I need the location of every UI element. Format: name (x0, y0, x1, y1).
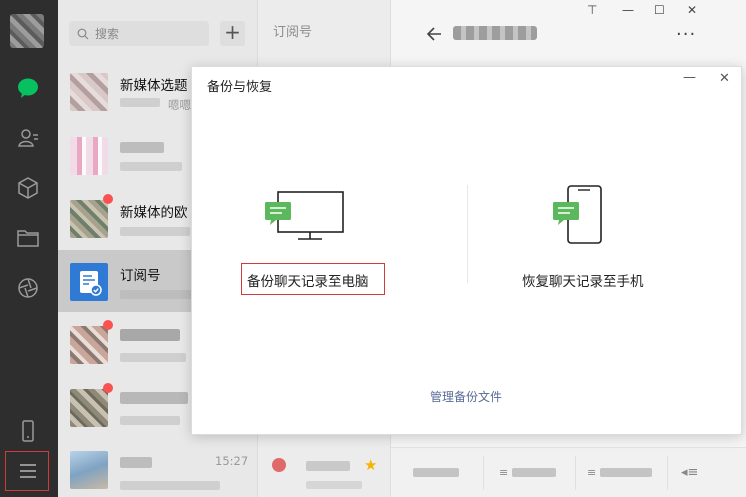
cube-icon[interactable] (15, 175, 41, 201)
chat-bubble-icon[interactable] (15, 75, 41, 101)
more-options-icon[interactable]: ··· (676, 24, 696, 45)
restore-to-phone-option[interactable]: 恢复聊天记录至手机 (522, 270, 644, 290)
search-input[interactable]: 搜索 (69, 21, 209, 46)
preview-blur (120, 162, 182, 171)
close-button[interactable]: ✕ (687, 3, 697, 17)
phone-icon (553, 185, 602, 244)
computer-icon (265, 191, 344, 240)
avatar (70, 73, 108, 111)
subscription-title: 订阅号 (273, 25, 313, 40)
menu-tab[interactable]: ≡ (587, 462, 653, 482)
title-blur (120, 392, 188, 404)
preview-blur (120, 98, 160, 107)
unread-dot (103, 194, 113, 204)
manage-backup-files-link[interactable]: 管理备份文件 (430, 388, 502, 405)
dialog-close-button[interactable]: ✕ (719, 71, 730, 86)
aperture-icon[interactable] (15, 275, 41, 301)
unread-dot (103, 320, 113, 330)
item-title: 新媒体选题 (120, 78, 188, 94)
add-button[interactable]: + (220, 21, 245, 46)
menu-tab[interactable] (413, 462, 459, 482)
wechat-window: 搜索 + 新媒体选题 嗯嗯 新媒体的欧 订阅号 15:27 订阅号 ★ ⊤ — … (0, 0, 746, 497)
backup-restore-dialog: 备份与恢复 — ✕ 备份聊天记录至电脑 恢复聊天记录至手机 管理备份文件 (191, 66, 742, 435)
avatar (70, 200, 108, 238)
avatar (70, 326, 108, 364)
article-thumb (272, 458, 286, 472)
star-icon[interactable]: ★ (364, 456, 377, 474)
item-title: 新媒体的欧 (120, 205, 188, 221)
divider (667, 456, 668, 490)
pin-icon[interactable]: ⊤ (587, 3, 597, 17)
search-icon (77, 28, 89, 39)
avatar (70, 389, 108, 427)
preview-blur (120, 290, 194, 299)
unread-dot (103, 383, 113, 393)
preview-blur (120, 481, 220, 490)
preview-blur (120, 227, 190, 236)
left-nav (0, 0, 58, 497)
minimize-button[interactable]: — (622, 3, 634, 17)
dialog-title: 备份与恢复 (207, 80, 273, 95)
user-avatar[interactable] (10, 14, 44, 48)
divider (575, 456, 576, 490)
option-divider (467, 185, 468, 283)
back-arrow-icon[interactable] (425, 25, 443, 43)
menu-highlight-box (5, 451, 49, 491)
dialog-minimize-button[interactable]: — (683, 70, 696, 85)
contacts-icon[interactable] (15, 125, 41, 151)
menu-tab[interactable]: ≡ (499, 462, 557, 482)
list-item[interactable]: 15:27 (58, 438, 258, 497)
item-title: 订阅号 (120, 268, 161, 284)
avatar (70, 137, 108, 175)
backup-to-pc-option[interactable]: 备份聊天记录至电脑 (247, 270, 369, 290)
preview-blur (120, 353, 186, 362)
title-blur (120, 457, 152, 468)
article-title-blur (306, 461, 350, 471)
search-placeholder: 搜索 (95, 27, 120, 41)
item-time: 15:27 (215, 454, 249, 468)
avatar (70, 451, 108, 489)
article-sub-blur (306, 481, 362, 489)
keyboard-switch-icon[interactable]: ◂≡ (681, 462, 698, 482)
item-preview: 嗯嗯 (168, 98, 191, 112)
title-blur (120, 142, 164, 153)
maximize-button[interactable]: ☐ (654, 3, 665, 17)
preview-blur (120, 416, 180, 425)
phone-icon[interactable] (15, 418, 41, 444)
title-blur (120, 329, 180, 341)
folder-icon[interactable] (15, 225, 41, 251)
chat-title-blur (453, 26, 537, 40)
divider (483, 456, 484, 490)
subscription-menu-bar: ≡ ≡ ◂≡ (391, 447, 746, 497)
subscription-icon (70, 263, 108, 301)
